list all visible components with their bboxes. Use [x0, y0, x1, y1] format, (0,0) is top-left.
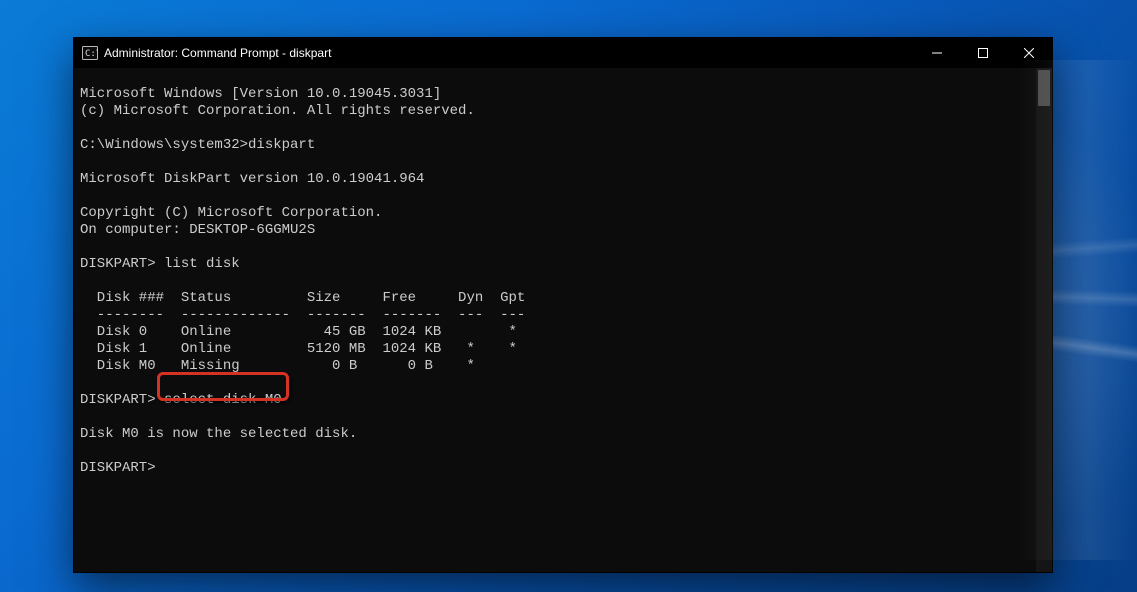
cmd-icon: C:\ [82, 45, 98, 61]
vertical-scrollbar[interactable] [1036, 68, 1052, 572]
desktop-wallpaper: C:\ Administrator: Command Prompt - disk… [0, 0, 1137, 592]
titlebar[interactable]: C:\ Administrator: Command Prompt - disk… [74, 38, 1052, 68]
maximize-button[interactable] [960, 38, 1006, 68]
command-prompt-window: C:\ Administrator: Command Prompt - disk… [73, 37, 1053, 573]
minimize-button[interactable] [914, 38, 960, 68]
close-button[interactable] [1006, 38, 1052, 68]
console-output[interactable]: Microsoft Windows [Version 10.0.19045.30… [74, 82, 1036, 558]
window-title: Administrator: Command Prompt - diskpart [104, 46, 914, 60]
scrollbar-thumb[interactable] [1038, 70, 1050, 106]
svg-text:C:\: C:\ [85, 49, 98, 59]
window-client-area: Microsoft Windows [Version 10.0.19045.30… [74, 68, 1052, 572]
window-controls [914, 38, 1052, 68]
